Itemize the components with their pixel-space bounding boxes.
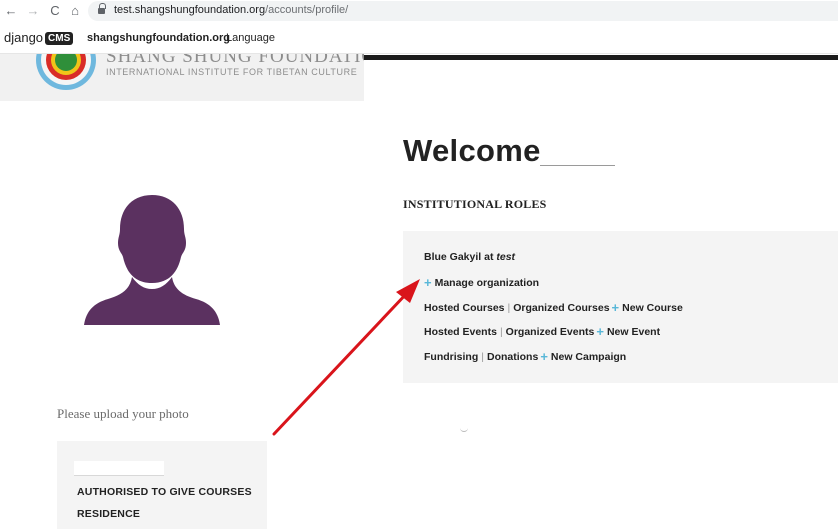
- events-row: Hosted Events | Organized Events + New Event: [424, 324, 661, 339]
- browser-toolbar: ← → C ⌂ test.shangshungfoundation.org/ac…: [0, 0, 838, 22]
- cms-logo-badge: CMS: [45, 32, 74, 45]
- role-organization: test: [496, 251, 516, 263]
- loading-spinner-icon: [460, 428, 468, 432]
- plus-icon: +: [611, 300, 620, 315]
- role-title: Blue Gakyil at test: [424, 251, 515, 263]
- cms-toolbar: django CMS shangshungfoundation.org Langu…: [0, 22, 838, 54]
- url-text[interactable]: test.shangshungfoundation.org/accounts/p…: [114, 4, 348, 16]
- organized-courses-link[interactable]: Organized Courses: [513, 302, 609, 314]
- address-bar[interactable]: test.shangshungfoundation.org/accounts/p…: [88, 1, 838, 21]
- url-domain: test.shangshungfoundation.org: [114, 4, 266, 16]
- profile-name-field[interactable]: [74, 461, 164, 476]
- url-path: /accounts/profile/: [265, 4, 349, 16]
- home-icon[interactable]: ⌂: [66, 2, 84, 20]
- plus-icon: +: [424, 275, 432, 290]
- new-event-link[interactable]: New Event: [607, 326, 660, 338]
- courses-row: Hosted Courses | Organized Courses + New Cou…: [424, 300, 683, 315]
- forward-icon[interactable]: →: [24, 2, 42, 20]
- fundraising-link[interactable]: Fundrising: [424, 351, 478, 363]
- plus-icon: +: [596, 324, 604, 339]
- cms-site-menu[interactable]: shangshungfoundation.org: [87, 32, 230, 44]
- reload-icon[interactable]: C: [46, 2, 64, 20]
- donations-link[interactable]: Donations: [487, 351, 538, 363]
- manage-organization-label: Manage organization: [434, 277, 540, 289]
- cms-logo-text: django: [4, 30, 44, 45]
- cms-language-menu[interactable]: Language: [226, 32, 275, 44]
- welcome-heading: Welcome: [403, 133, 541, 168]
- site-title: SHANG SHUNG FOUNDATION: [106, 54, 364, 67]
- authorised-courses-label: AUTHORISED TO GIVE COURSES: [77, 486, 252, 498]
- django-cms-logo[interactable]: django CMS: [4, 30, 74, 45]
- organized-events-link[interactable]: Organized Events: [506, 326, 595, 338]
- institutional-roles-card: Blue Gakyil at test + Manage organization…: [403, 231, 838, 383]
- fundraising-row: Fundrising | Donations + New Campaign: [424, 349, 627, 364]
- hosted-courses-link[interactable]: Hosted Courses: [424, 302, 505, 314]
- site-subtitle: INTERNATIONAL INSTITUTE FOR TIBETAN CULT…: [106, 67, 358, 77]
- new-campaign-link[interactable]: New Campaign: [551, 351, 626, 363]
- residence-label: RESIDENCE: [77, 508, 141, 520]
- plus-icon: +: [540, 349, 548, 364]
- header-divider: [364, 55, 838, 60]
- institutional-roles-heading: INSTITUTIONAL ROLES: [403, 197, 547, 211]
- manage-organization-link[interactable]: + Manage organization: [424, 274, 540, 290]
- foundation-emblem-icon: [36, 54, 96, 90]
- site-logo[interactable]: SHANG SHUNG FOUNDATION INTERNATIONAL INS…: [0, 54, 364, 101]
- profile-info-card: AUTHORISED TO GIVE COURSES RESIDENCE: [57, 441, 267, 529]
- avatar-placeholder-icon[interactable]: [82, 193, 222, 325]
- back-icon[interactable]: ←: [2, 2, 20, 20]
- username-underline: [540, 165, 615, 166]
- upload-photo-prompt[interactable]: Please upload your photo: [57, 406, 189, 422]
- role-name: Blue Gakyil at: [424, 251, 494, 263]
- lock-icon: [98, 3, 106, 15]
- new-course-link[interactable]: New Course: [622, 302, 683, 314]
- hosted-events-link[interactable]: Hosted Events: [424, 326, 497, 338]
